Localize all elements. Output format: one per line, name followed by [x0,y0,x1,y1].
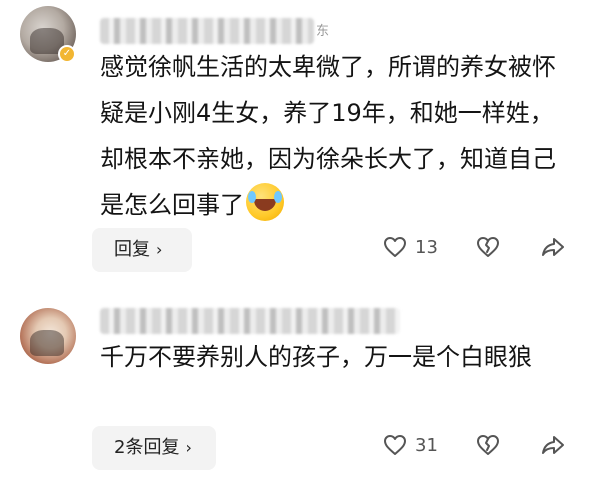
heart-outline-icon [384,237,406,257]
dislike-button[interactable] [476,434,500,456]
share-button[interactable] [540,236,566,258]
comment-text-container: 千万不要养别人的孩子，万一是个白眼狼 [100,334,570,380]
comment-text: 千万不要养别人的孩子，万一是个白眼狼 [100,343,532,371]
comment-text-container: 感觉徐帆生活的太卑微了，所谓的养女被怀疑是小刚4生女，养了19年，和她一样姓，却… [100,44,570,228]
share-arrow-icon [542,238,564,256]
heart-outline-icon [384,435,406,455]
reply-label: 回复 [114,239,150,260]
replies-button[interactable]: 2条回复 › [92,426,216,470]
like-count: 31 [415,434,438,456]
avatar-image [30,330,64,356]
laugh-cry-emoji-icon [246,183,284,221]
like-count: 13 [415,236,438,258]
username-blurred[interactable] [100,18,314,44]
chevron-right-icon: › [185,438,192,457]
chevron-right-icon: › [156,240,163,259]
share-button[interactable] [540,434,566,456]
username-blurred[interactable] [100,308,400,334]
comment-item: ✓ 东 感觉徐帆生活的太卑微了，所谓的养女被怀疑是小刚4生女，养了19年，和她一… [0,0,600,290]
reply-label: 2条回复 [114,437,180,458]
avatar[interactable] [20,308,76,364]
reply-button[interactable]: 回复 › [92,228,192,272]
broken-heart-icon [477,237,499,257]
like-button[interactable]: 31 [383,434,438,456]
broken-heart-icon [477,435,499,455]
share-arrow-icon [542,436,564,454]
comment-item: 千万不要养别人的孩子，万一是个白眼狼 2条回复 › 31 [0,290,600,482]
level-badge-icon: ✓ [58,45,76,63]
dislike-button[interactable] [476,236,500,258]
comment-text: 感觉徐帆生活的太卑微了，所谓的养女被怀疑是小刚4生女，养了19年，和她一样姓，却… [100,53,556,219]
like-button[interactable]: 13 [383,236,438,258]
username-suffix: 东 [316,24,330,39]
